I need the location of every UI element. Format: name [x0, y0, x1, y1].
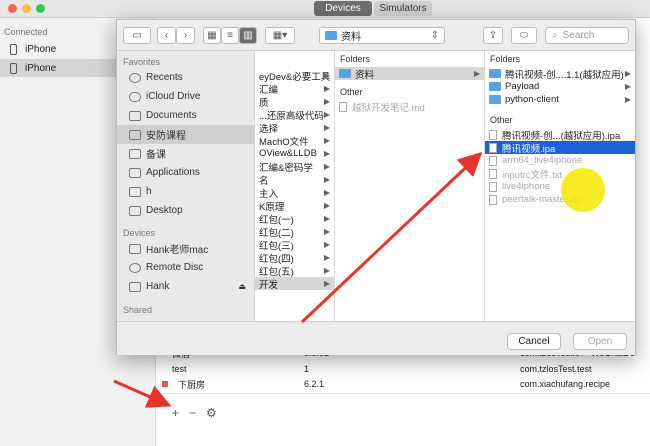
annotation-arrow-add-button [113, 379, 172, 408]
annotation-arrow-open-dialog [300, 151, 483, 324]
annotation-arrows [113, 151, 483, 408]
